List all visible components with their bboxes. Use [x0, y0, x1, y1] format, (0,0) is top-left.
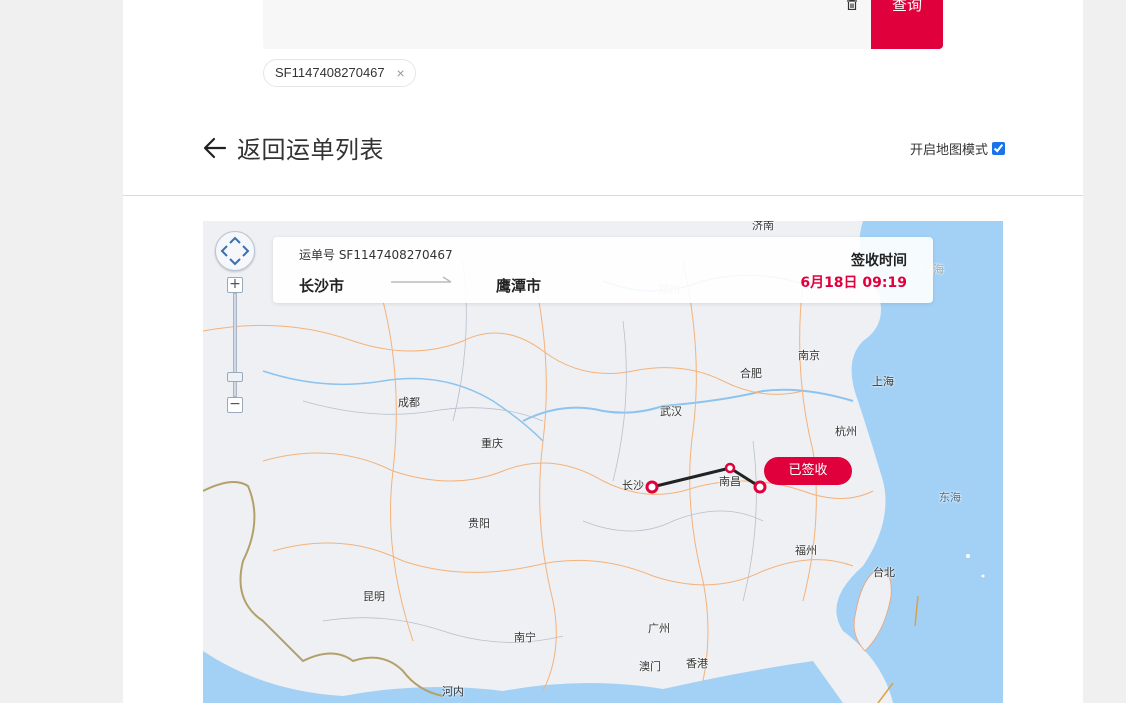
query-button[interactable]: 查询 [871, 0, 943, 49]
map-mode-checkbox[interactable] [992, 142, 1005, 155]
city-label: 福州 [795, 544, 817, 557]
clear-button[interactable] [841, 0, 863, 14]
route-map[interactable]: 济南 郑州 黄海 南京 合肥 上海 成都 武汉 杭州 重庆 长沙 南昌 东海 贵… [203, 221, 1003, 703]
waybill-number: 运单号 SF1147408270467 [299, 248, 453, 262]
map-mode-toggle[interactable]: 开启地图模式 [910, 139, 1005, 158]
city-label: 澳门 [639, 660, 661, 673]
city-label: 合肥 [740, 367, 762, 380]
divider [123, 195, 1083, 196]
city-label: 济南 [752, 221, 774, 232]
destination-city: 鹰潭市 [496, 277, 542, 295]
city-label: 杭州 [835, 425, 857, 438]
page-title: 返回运单列表 [237, 136, 384, 164]
city-label: 贵阳 [468, 517, 490, 530]
zoom-slider-handle[interactable] [227, 372, 243, 382]
arrow-left-icon [203, 137, 227, 158]
city-label: 重庆 [481, 437, 503, 450]
city-label: 广州 [648, 622, 670, 635]
city-label: 河内 [442, 685, 464, 698]
city-label: 香港 [686, 657, 708, 670]
map-pan-control[interactable] [215, 231, 255, 271]
pan-arrows-icon [220, 236, 250, 266]
arrow-right-icon [391, 276, 452, 283]
city-label: 南昌 [719, 475, 741, 488]
signed-time-label: 签收时间 [851, 253, 907, 269]
city-label: 上海 [872, 375, 894, 388]
waybill-tag-label: SF1147408270467 [275, 65, 385, 80]
trash-icon [847, 0, 857, 10]
city-label: 武汉 [660, 405, 682, 418]
shipment-info-card: 运单号 SF1147408270467 长沙市 鹰潭市 签收时间 6月18日 0… [273, 237, 933, 303]
waybill-detail-panel: 查询 SF1147408270467 × 返回运单列表 开启地图模式 济南 黄海… [123, 0, 1083, 703]
city-label: 昆明 [363, 590, 385, 603]
city-label: 成都 [398, 396, 420, 409]
city-label: 台北 [873, 566, 895, 579]
map-mode-label: 开启地图模式 [909, 143, 988, 158]
sea-label: 东海 [939, 491, 961, 504]
city-label: 南京 [798, 349, 820, 362]
waybill-search-input[interactable] [263, 0, 871, 49]
waybill-tag: SF1147408270467 × [263, 59, 416, 87]
zoom-out-button[interactable]: − [227, 397, 243, 413]
close-icon[interactable]: × [396, 60, 404, 86]
status-badge[interactable]: 已签收 [764, 457, 852, 485]
back-to-list-link[interactable]: 返回运单列表 [201, 130, 384, 165]
city-label: 南宁 [514, 631, 536, 644]
city-label: 长沙 [622, 479, 644, 492]
zoom-in-button[interactable]: + [227, 277, 243, 293]
signed-time-value: 6月18日 09:19 [800, 275, 907, 291]
origin-city: 长沙市 [299, 277, 345, 295]
